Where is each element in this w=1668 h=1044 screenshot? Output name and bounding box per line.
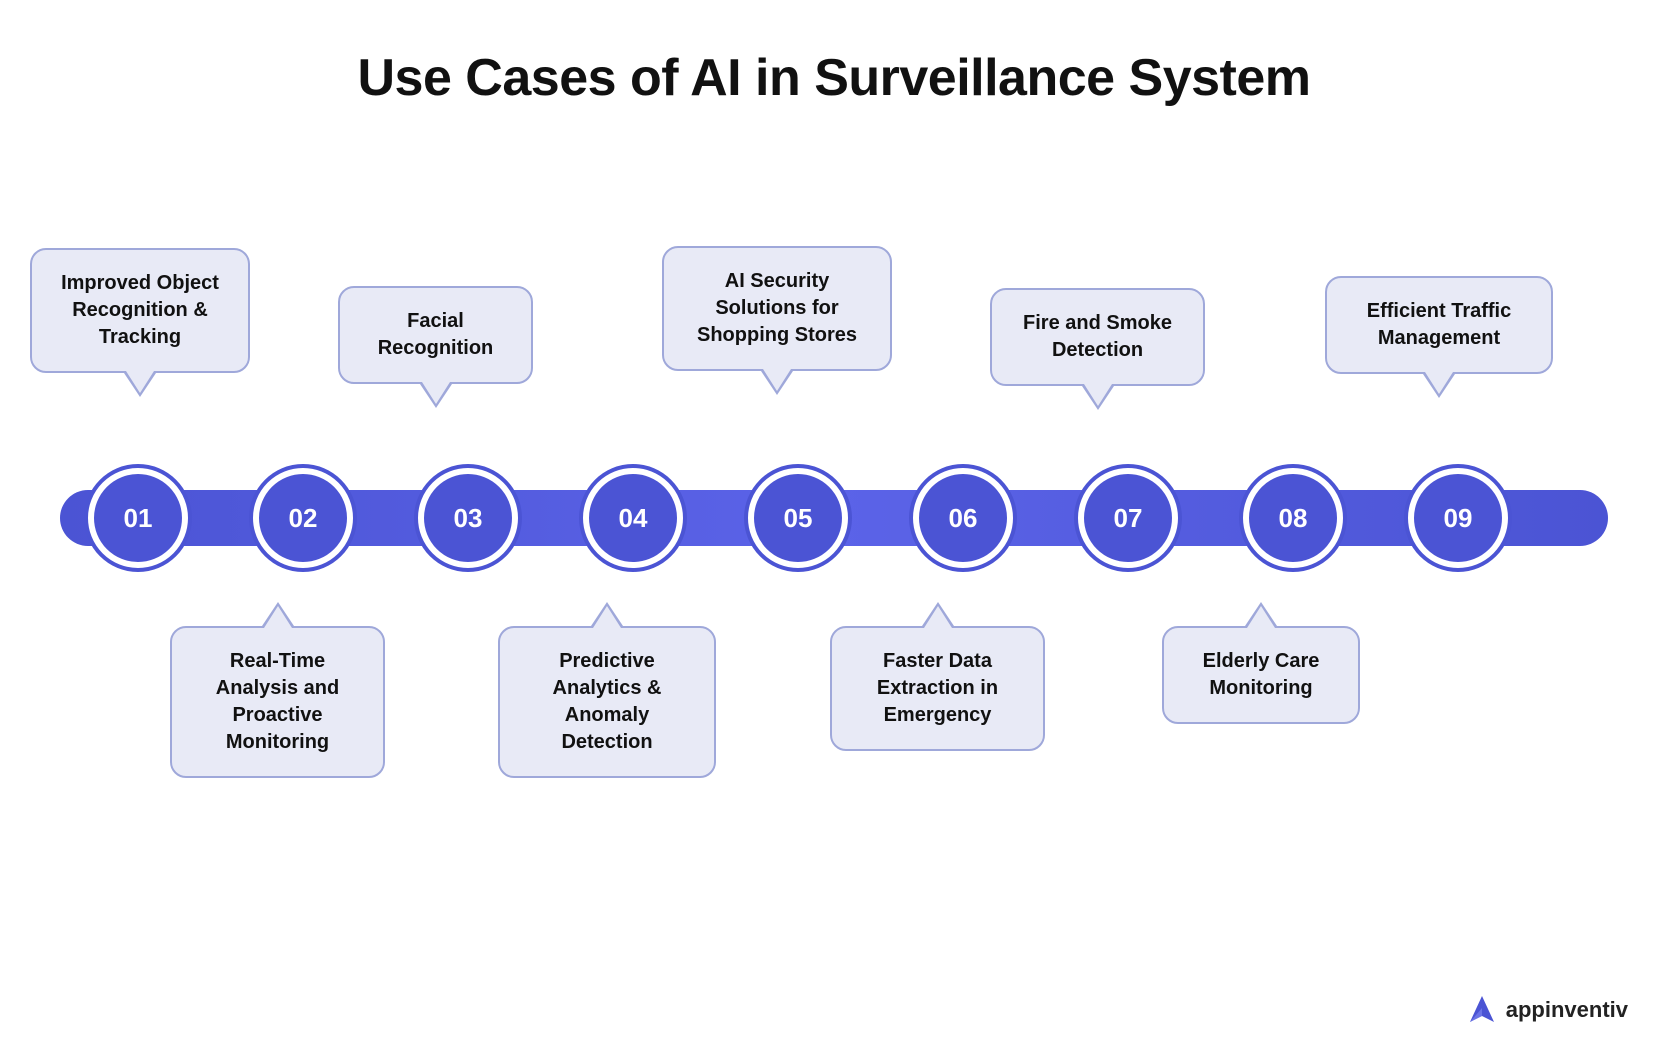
- node-07: 07: [1078, 468, 1178, 568]
- bubble-realtime: Real-Time Analysis and Proactive Monitor…: [170, 626, 385, 778]
- diagram-container: 01 02 03 04 05 06 07 08 09 Improved Obje…: [0, 138, 1668, 958]
- node-02: 02: [253, 468, 353, 568]
- node-06: 06: [913, 468, 1013, 568]
- bubble-elderly: Elderly Care Monitoring: [1162, 626, 1360, 724]
- bubble-improved-object: Improved Object Recognition & Tracking: [30, 248, 250, 373]
- logo-text: appinventiv: [1506, 997, 1628, 1023]
- node-05: 05: [748, 468, 848, 568]
- logo-area: appinventiv: [1466, 994, 1628, 1026]
- bubble-ai-security: AI Security Solutions for Shopping Store…: [662, 246, 892, 371]
- bubble-traffic: Efficient Traffic Management: [1325, 276, 1553, 374]
- bubble-facial-recognition: Facial Recognition: [338, 286, 533, 384]
- appinventiv-logo-icon: [1466, 994, 1498, 1026]
- node-01: 01: [88, 468, 188, 568]
- page-title: Use Cases of AI in Surveillance System: [0, 0, 1668, 138]
- node-04: 04: [583, 468, 683, 568]
- node-08: 08: [1243, 468, 1343, 568]
- bubble-faster-data: Faster Data Extraction in Emergency: [830, 626, 1045, 751]
- bubble-fire-smoke: Fire and Smoke Detection: [990, 288, 1205, 386]
- bubble-predictive: Predictive Analytics & Anomaly Detection: [498, 626, 716, 778]
- node-09: 09: [1408, 468, 1508, 568]
- node-03: 03: [418, 468, 518, 568]
